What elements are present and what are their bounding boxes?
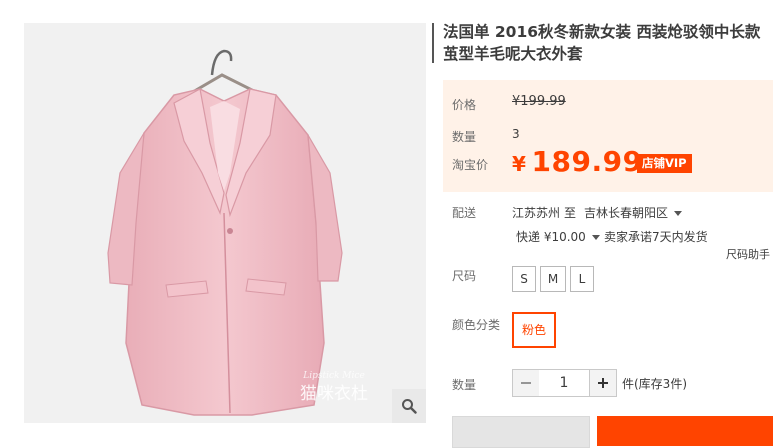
caret-down-icon	[591, 235, 600, 240]
quantity-label: 数量	[452, 378, 477, 392]
size-helper-link[interactable]: 尺码助手	[726, 246, 770, 262]
magnifier-icon	[402, 399, 417, 414]
size-option-s[interactable]: S	[512, 266, 536, 292]
color-label: 颜色分类	[452, 318, 501, 332]
plus-icon	[598, 378, 608, 388]
coat-illustration: Lipstick Mice 猫咪衣杜	[107, 49, 368, 416]
size-option-m[interactable]: M	[540, 266, 566, 292]
watermark-text: 猫咪衣杜	[300, 384, 368, 404]
add-to-cart-button[interactable]	[597, 416, 773, 446]
product-title: 法国单 2016秋冬新款女装 西装炝驳领中长款茧型羊毛呢大衣外套	[443, 23, 761, 63]
sold-qty-label: 数量	[452, 130, 477, 144]
vip-badge[interactable]: 店铺VIP	[637, 154, 692, 173]
promo-price-value: 189.99	[531, 145, 643, 178]
caret-down-icon	[674, 211, 683, 216]
product-image[interactable]: Lipstick Mice 猫咪衣杜	[24, 23, 426, 423]
ship-destination-select[interactable]: 吉林长春朝阳区	[584, 204, 683, 221]
quantity-increase-button[interactable]	[589, 369, 617, 397]
ship-fee-select[interactable]: 快递 ¥10.00	[516, 228, 600, 245]
buy-now-button[interactable]	[452, 416, 590, 448]
promo-price-label: 淘宝价	[452, 158, 489, 172]
size-label: 尺码	[452, 269, 477, 283]
watermark-subtext: Lipstick Mice	[302, 371, 365, 381]
currency-symbol: ¥	[512, 152, 526, 176]
promo-price: ¥ 189.99	[512, 145, 643, 178]
title-divider	[432, 23, 434, 63]
ship-promise: 卖家承诺7天内发货	[604, 230, 708, 244]
ship-destination: 吉林长春朝阳区	[584, 206, 669, 220]
sold-qty-value: 3	[512, 127, 520, 141]
original-price: ¥199.99	[512, 94, 566, 109]
stock-info: 件(库存3件)	[622, 377, 687, 391]
color-option-pink[interactable]: 粉色	[512, 312, 556, 348]
zoom-button[interactable]	[392, 389, 426, 423]
size-option-l[interactable]: L	[570, 266, 594, 292]
quantity-input[interactable]	[539, 369, 589, 397]
ship-fee: 快递 ¥10.00	[516, 230, 586, 244]
minus-icon	[521, 382, 531, 384]
quantity-decrease-button[interactable]	[512, 369, 540, 397]
ship-from: 江苏苏州	[512, 206, 561, 220]
price-label: 价格	[452, 98, 477, 112]
ship-to-word: 至	[564, 206, 577, 220]
shipping-label: 配送	[452, 206, 477, 220]
